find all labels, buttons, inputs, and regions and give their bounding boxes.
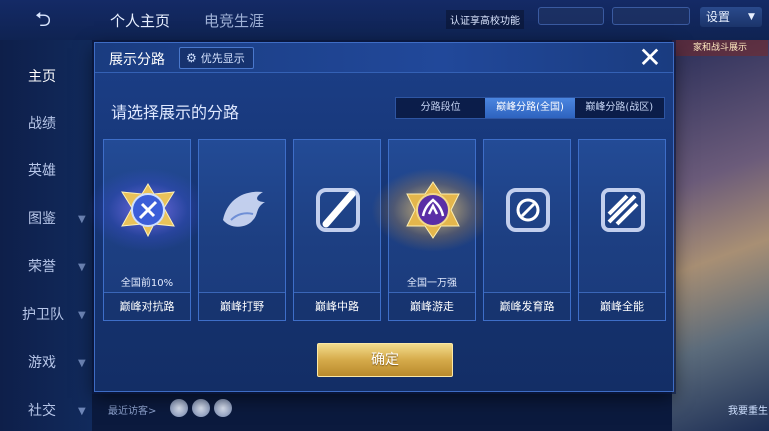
chevron-down-icon: ▼ xyxy=(78,310,86,321)
sidebar xyxy=(0,40,92,431)
priority-display-button[interactable]: ⚙ 优先显示 xyxy=(179,47,254,69)
mid-lane-icon xyxy=(316,188,360,232)
confirm-button[interactable]: 确定 xyxy=(317,343,453,377)
chevron-down-icon: ▼ xyxy=(78,262,86,273)
verify-notice[interactable]: 认证享高校功能 xyxy=(446,10,524,29)
role-card-all-round[interactable]: 巅峰全能 xyxy=(578,139,666,321)
recent-visitors-link[interactable]: 最近访客> xyxy=(108,402,156,417)
hero-artwork xyxy=(672,40,769,431)
side-action-label[interactable]: 我要重生 xyxy=(728,402,768,417)
showcase-badge[interactable]: 家和战斗展示 xyxy=(672,40,768,56)
rank-label: 全国前10% xyxy=(120,278,174,289)
role-card-clash-lane[interactable]: 全国前10% 巅峰对抗路 xyxy=(86,139,210,321)
tab-peak-lane-national[interactable]: 巅峰分路(全国) xyxy=(485,98,575,118)
close-icon[interactable]: ✕ xyxy=(635,44,665,73)
sidebar-item-home[interactable]: 主页 xyxy=(0,66,92,86)
chevron-down-icon: ▼ xyxy=(748,12,755,22)
avatar[interactable] xyxy=(170,399,188,417)
sidebar-item-records[interactable]: 战绩 xyxy=(0,113,92,133)
role-card-jungle[interactable]: 巅峰打野 xyxy=(198,139,286,321)
tab-profile[interactable]: 个人主页 xyxy=(110,10,170,31)
role-name: 巅峰打野 xyxy=(199,292,285,320)
role-card-list: 全国前10% 巅峰对抗路 巅峰打野 巅峰中路 全国一万强 巅峰游走 巅峰发育路 … xyxy=(86,139,667,321)
role-source-tabs: 分路段位 巅峰分路(全国) 巅峰分路(战区) xyxy=(395,97,665,119)
back-button[interactable]: ⮌ xyxy=(18,8,68,30)
settings-label: 设置 xyxy=(706,10,731,24)
role-card-mid-lane[interactable]: 巅峰中路 xyxy=(293,139,381,321)
chevron-down-icon: ▼ xyxy=(78,214,86,225)
role-card-farm-lane[interactable]: 巅峰发育路 xyxy=(483,139,571,321)
farm-lane-icon xyxy=(506,188,550,232)
clash-lane-icon xyxy=(121,183,175,238)
role-name: 巅峰游走 xyxy=(389,292,475,320)
roam-icon xyxy=(406,181,460,239)
vip-chip[interactable] xyxy=(612,7,690,25)
role-name: 巅峰发育路 xyxy=(484,292,570,320)
dialog-title: 展示分路 xyxy=(109,52,165,68)
tab-lane-rank[interactable]: 分路段位 xyxy=(396,98,485,118)
dialog-header: 展示分路 ⚙ 优先显示 ✕ xyxy=(95,43,673,73)
sidebar-item-heroes[interactable]: 英雄 xyxy=(0,160,92,180)
chevron-down-icon: ▼ xyxy=(78,358,86,369)
all-round-icon xyxy=(601,188,645,232)
tab-peak-lane-region[interactable]: 巅峰分路(战区) xyxy=(575,98,664,118)
role-display-dialog: 展示分路 ⚙ 优先显示 ✕ 请选择展示的分路 分路段位 巅峰分路(全国) 巅峰分路… xyxy=(86,42,674,392)
chevron-down-icon: ▼ xyxy=(78,406,86,417)
settings-button[interactable]: 设置 ▼ xyxy=(700,7,762,27)
selection-prompt: 请选择展示的分路 xyxy=(111,103,240,122)
role-card-roam[interactable]: 全国一万强 巅峰游走 xyxy=(371,139,495,321)
tab-esports-career[interactable]: 电竞生涯 xyxy=(204,10,264,31)
gear-icon: ⚙ xyxy=(186,51,197,65)
currency-chip[interactable] xyxy=(538,7,604,25)
jungle-icon xyxy=(223,191,265,227)
rank-label: 全国一万强 xyxy=(407,278,457,289)
role-name: 巅峰对抗路 xyxy=(104,292,190,320)
role-name: 巅峰中路 xyxy=(294,292,380,320)
avatar[interactable] xyxy=(192,399,210,417)
role-name: 巅峰全能 xyxy=(579,292,665,320)
priority-label: 优先显示 xyxy=(200,52,245,65)
avatar[interactable] xyxy=(214,399,232,417)
